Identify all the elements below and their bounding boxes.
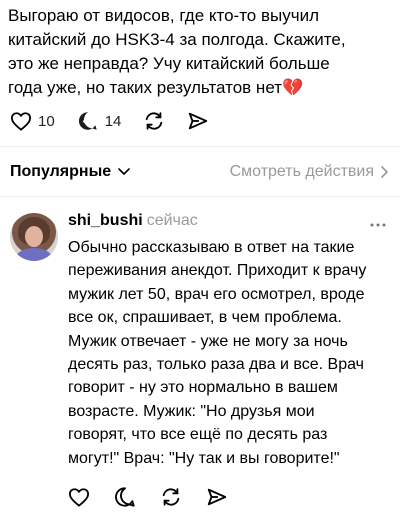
chevron-right-icon (381, 166, 388, 178)
comment-reply-button[interactable] (114, 486, 136, 508)
share-button[interactable] (187, 110, 209, 132)
divider (0, 146, 400, 147)
comment-like-button[interactable] (68, 487, 90, 507)
comment-repost-button[interactable] (160, 486, 182, 508)
post-text: Выгораю от видосов, где кто-то выучил ки… (8, 4, 394, 100)
repost-icon (146, 112, 163, 130)
comment-header: shi_bushi сейчас (68, 212, 198, 230)
post-actions: 10 14 (10, 106, 231, 136)
repost-button[interactable] (143, 110, 165, 132)
comment-time: сейчас (146, 212, 198, 229)
comment-bubble-icon (115, 487, 135, 507)
view-actions-label: Смотреть действия (229, 163, 374, 180)
comment-username[interactable]: shi_bushi (68, 212, 143, 230)
more-dots-icon[interactable] (370, 212, 386, 233)
like-count: 10 (38, 112, 55, 130)
sort-dropdown[interactable]: Популярные (10, 163, 131, 181)
comment-count: 14 (104, 112, 122, 130)
sort-label: Популярные (10, 163, 112, 180)
comment-bubble-icon (78, 112, 97, 130)
broken-heart-emoji: 💔 (282, 78, 304, 97)
avatar[interactable] (10, 213, 58, 261)
heart-icon (11, 112, 31, 131)
like-button[interactable]: 10 (10, 111, 55, 131)
send-icon (189, 112, 208, 130)
send-icon (207, 488, 227, 506)
comment-text: Обычно рассказываю в ответ на такие пере… (68, 239, 367, 467)
comments-button[interactable]: 14 (77, 110, 122, 132)
comment-actions (68, 484, 252, 510)
repost-icon (162, 488, 180, 506)
comment-share-button[interactable] (206, 486, 228, 508)
chevron-down-icon (118, 168, 130, 175)
divider (0, 196, 400, 197)
heart-icon (69, 488, 89, 507)
comments-toolbar: Популярные Смотреть действия (10, 158, 390, 186)
view-actions-link[interactable]: Смотреть действия (230, 163, 390, 181)
